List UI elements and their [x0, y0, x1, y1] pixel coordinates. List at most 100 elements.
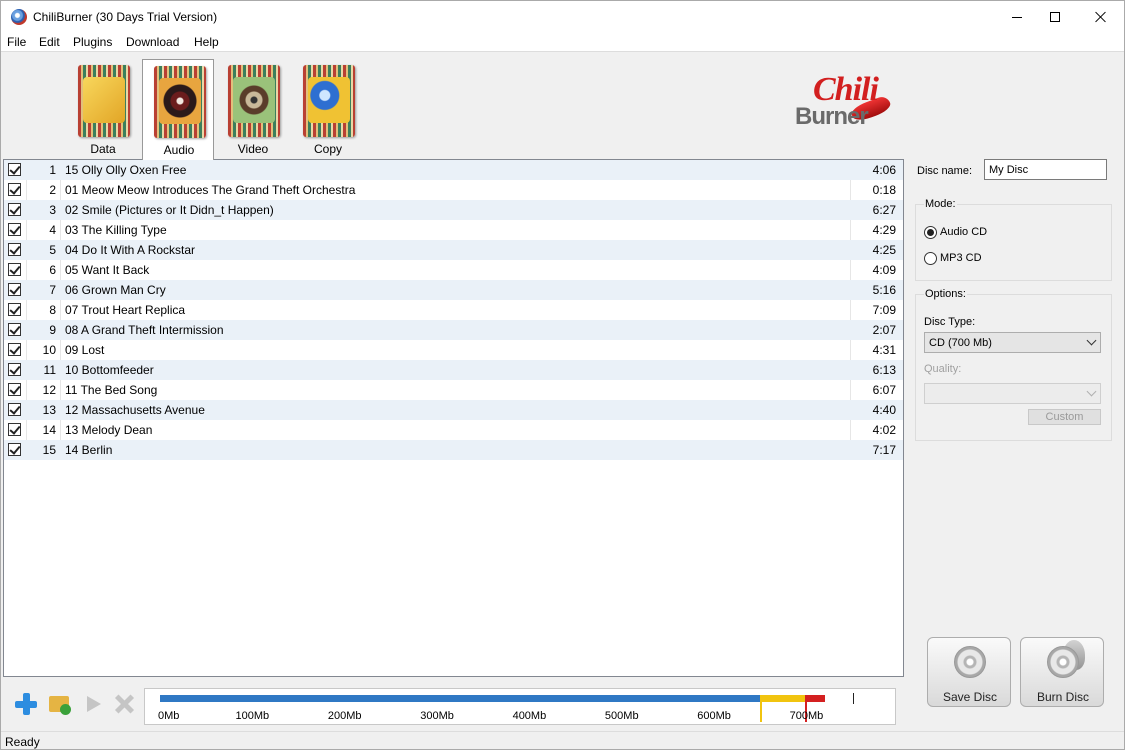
track-row[interactable]: 2 01 Meow Meow Introduces The Grand Theft…	[4, 180, 903, 200]
track-checkbox[interactable]	[8, 423, 21, 436]
track-row[interactable]: 11 10 Bottomfeeder 6:13	[4, 360, 903, 380]
track-number: 3	[49, 203, 56, 217]
track-title: 13 Melody Dean	[65, 423, 153, 437]
track-checkbox[interactable]	[8, 383, 21, 396]
scale-label: 600Mb	[697, 710, 731, 722]
track-title: 02 Smile (Pictures or It Didn_t Happen)	[65, 203, 274, 217]
audio-icon	[154, 66, 206, 138]
track-checkbox[interactable]	[8, 163, 21, 176]
track-row[interactable]: 6 05 Want It Back 4:09	[4, 260, 903, 280]
add-folder-icon[interactable]	[48, 692, 72, 716]
track-row[interactable]: 7 06 Grown Man Cry 5:16	[4, 280, 903, 300]
track-duration: 6:07	[872, 383, 896, 397]
track-number: 14	[42, 423, 56, 437]
track-duration: 4:40	[872, 403, 896, 417]
track-number: 9	[49, 323, 56, 337]
track-checkbox[interactable]	[8, 263, 21, 276]
scale-label: 300Mb	[420, 710, 454, 722]
options-label: Options:	[924, 288, 967, 300]
track-checkbox[interactable]	[8, 403, 21, 416]
track-checkbox[interactable]	[8, 323, 21, 336]
track-checkbox[interactable]	[8, 443, 21, 456]
disc-name-label: Disc name:	[917, 165, 973, 177]
menu-edit[interactable]: Edit	[39, 35, 60, 49]
scale-label: 0Mb	[158, 710, 180, 722]
radio-label: MP3 CD	[940, 252, 982, 264]
menu-bar: File Edit Plugins Download Help	[1, 33, 1124, 52]
delete-icon[interactable]	[112, 692, 136, 716]
tab-label: Video	[237, 142, 269, 156]
track-row[interactable]: 13 12 Massachusetts Avenue 4:40	[4, 400, 903, 420]
track-title: 03 The Killing Type	[65, 223, 167, 237]
tab-label: Audio	[163, 143, 195, 157]
chevron-down-icon	[1086, 386, 1097, 397]
maximize-icon	[1050, 12, 1060, 22]
track-title: 01 Meow Meow Introduces The Grand Theft …	[65, 183, 356, 197]
burn-disc-button[interactable]: Burn Disc	[1020, 637, 1104, 707]
track-title: 08 A Grand Theft Intermission	[65, 323, 224, 337]
track-row[interactable]: 10 09 Lost 4:31	[4, 340, 903, 360]
track-duration: 4:09	[872, 263, 896, 277]
disc-icon	[1047, 646, 1079, 678]
disc-type-select[interactable]: CD (700 Mb)	[924, 332, 1101, 353]
disc-type-label: Disc Type:	[924, 316, 976, 328]
custom-button[interactable]: Custom	[1028, 409, 1101, 425]
scale-end-tick	[852, 693, 854, 704]
track-row[interactable]: 4 03 The Killing Type 4:29	[4, 220, 903, 240]
track-checkbox[interactable]	[8, 183, 21, 196]
menu-plugins[interactable]: Plugins	[73, 35, 112, 49]
chiliburner-logo: Chili Burner	[791, 71, 901, 145]
track-row[interactable]: 9 08 A Grand Theft Intermission 2:07	[4, 320, 903, 340]
tab-audio[interactable]: Audio	[142, 59, 214, 160]
track-row[interactable]: 3 02 Smile (Pictures or It Didn_t Happen)…	[4, 200, 903, 220]
track-checkbox[interactable]	[8, 343, 21, 356]
tab-copy[interactable]: Copy	[292, 59, 364, 159]
add-icon[interactable]	[14, 692, 38, 716]
radio-label: Audio CD	[940, 226, 988, 238]
play-icon[interactable]	[81, 692, 105, 716]
mode-group: Mode: Audio CD MP3 CD	[915, 198, 1112, 281]
menu-file[interactable]: File	[7, 35, 26, 49]
disc-name-input[interactable]	[984, 159, 1107, 180]
track-checkbox[interactable]	[8, 223, 21, 236]
scale-label: 400Mb	[512, 710, 547, 722]
tab-video[interactable]: Video	[217, 59, 289, 159]
track-row[interactable]: 5 04 Do It With A Rockstar 4:25	[4, 240, 903, 260]
status-bar: Ready	[1, 731, 1124, 750]
track-row[interactable]: 15 14 Berlin 7:17	[4, 440, 903, 460]
save-disc-button[interactable]: Save Disc	[927, 637, 1011, 707]
track-number: 13	[42, 403, 56, 417]
track-title: 05 Want It Back	[65, 263, 150, 277]
tab-data[interactable]: Data	[67, 59, 139, 159]
track-duration: 4:02	[872, 423, 896, 437]
copy-icon	[303, 65, 355, 137]
disc-icon	[954, 646, 986, 678]
status-text: Ready	[5, 735, 40, 749]
track-row[interactable]: 1 15 Olly Olly Oxen Free 4:06	[4, 160, 903, 180]
logo-burner: Burner	[795, 103, 869, 130]
track-row[interactable]: 8 07 Trout Heart Replica 7:09	[4, 300, 903, 320]
menu-help[interactable]: Help	[194, 35, 219, 49]
radio-selected-icon	[924, 226, 937, 239]
mode-label: Mode:	[924, 198, 957, 210]
radio-unselected-icon	[924, 252, 937, 265]
track-checkbox[interactable]	[8, 303, 21, 316]
scale-label: 100Mb	[235, 710, 270, 722]
close-button[interactable]	[1078, 1, 1124, 33]
track-checkbox[interactable]	[8, 363, 21, 376]
track-list[interactable]: 1 15 Olly Olly Oxen Free 4:06 2 01 Meow Meow…	[3, 159, 904, 677]
track-checkbox[interactable]	[8, 243, 21, 256]
track-row[interactable]: 12 11 The Bed Song 6:07	[4, 380, 903, 400]
track-duration: 4:06	[872, 163, 896, 177]
track-title: 12 Massachusetts Avenue	[65, 403, 205, 417]
quality-select[interactable]	[924, 383, 1101, 404]
track-title: 09 Lost	[65, 343, 105, 357]
track-number: 15	[42, 443, 56, 457]
track-checkbox[interactable]	[8, 283, 21, 296]
maximize-button[interactable]	[1032, 1, 1078, 33]
track-checkbox[interactable]	[8, 203, 21, 216]
track-number: 10	[42, 343, 56, 357]
track-row[interactable]: 14 13 Melody Dean 4:02	[4, 420, 903, 440]
menu-download[interactable]: Download	[126, 35, 179, 49]
tab-label: Data	[90, 142, 116, 156]
